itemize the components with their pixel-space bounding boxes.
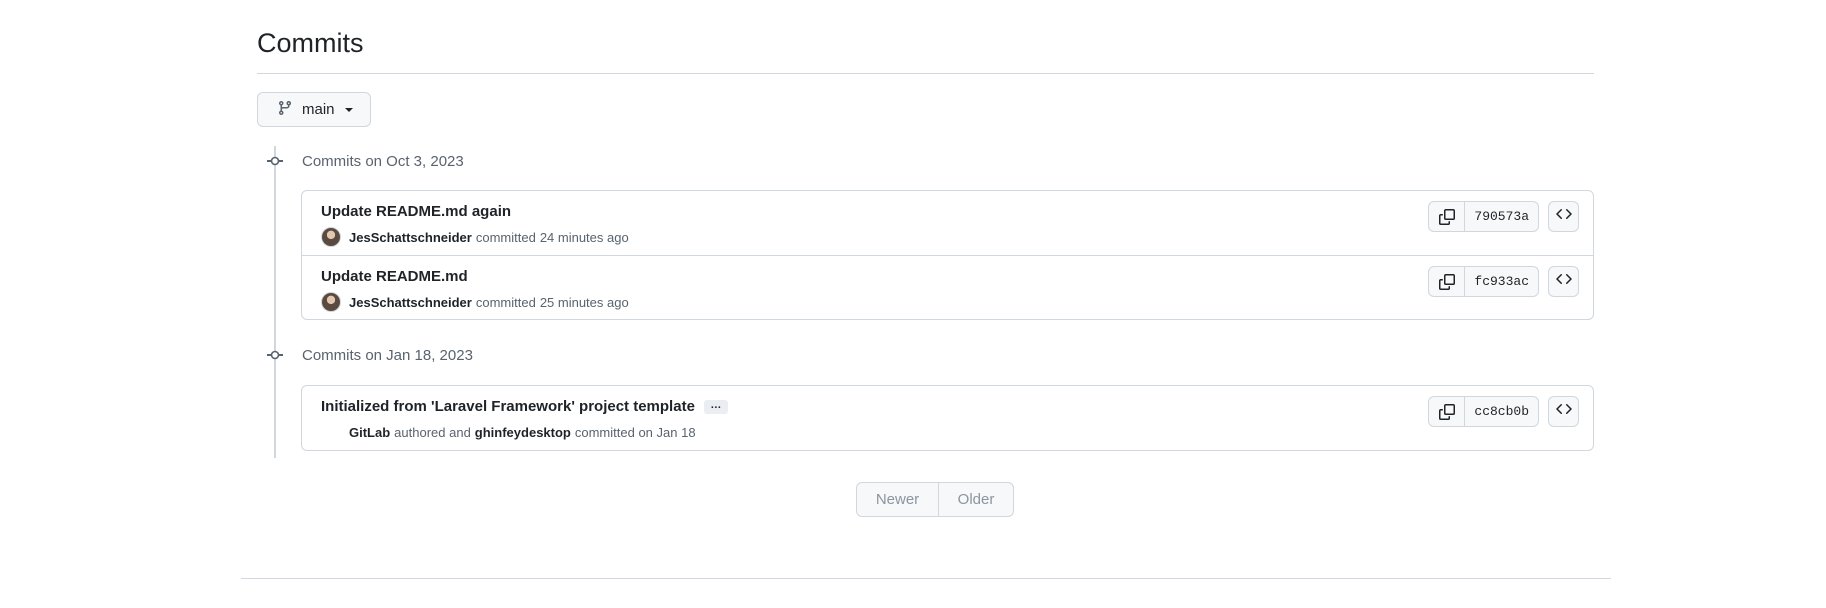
commit-time: 25 minutes ago [539, 294, 629, 310]
newer-button[interactable]: Newer [857, 483, 939, 516]
commit-group-date: Commits on Oct 3, 2023 [302, 152, 464, 170]
commit-sha-group: fc933ac [1428, 266, 1539, 297]
avatar[interactable] [321, 227, 341, 247]
commit-row: Update README.md again JesSchattschneide… [302, 191, 1593, 255]
commit-sha-group: cc8cb0b [1428, 396, 1539, 427]
commit-list: Initialized from 'Laravel Framework' pro… [301, 385, 1594, 451]
commit-group-header: Commits on Jan 18, 2023 [257, 344, 473, 366]
title-divider [257, 73, 1594, 74]
commit-meta: JesSchattschneider committed 24 minutes … [321, 227, 629, 247]
commit-title-text[interactable]: Initialized from 'Laravel Framework' pro… [321, 398, 695, 415]
commit-title-link[interactable]: Update README.md again [321, 203, 511, 220]
commit-title-link[interactable]: Update README.md [321, 268, 468, 285]
copy-icon[interactable] [1429, 397, 1466, 426]
branch-label: main [302, 101, 335, 118]
commit-sha-link[interactable]: 790573a [1465, 202, 1538, 231]
git-commit-icon [257, 153, 293, 169]
commit-title-link: Initialized from 'Laravel Framework' pro… [321, 398, 728, 415]
commit-committer-link[interactable]: ghinfeydesktop [475, 425, 571, 440]
browse-repo-button[interactable] [1548, 201, 1579, 232]
git-branch-icon [277, 100, 293, 120]
commit-time: 24 minutes ago [539, 229, 629, 245]
code-icon [1555, 206, 1572, 227]
timeline-line [274, 146, 276, 458]
browse-repo-button[interactable] [1548, 266, 1579, 297]
commit-author-link[interactable]: JesSchattschneider [349, 230, 472, 245]
browse-repo-button[interactable] [1548, 396, 1579, 427]
git-commit-icon [257, 347, 293, 363]
commit-meta: JesSchattschneider committed 25 minutes … [321, 292, 629, 312]
code-icon [1555, 401, 1572, 422]
avatar[interactable] [321, 292, 341, 312]
commit-action: committed [475, 294, 536, 310]
commit-sha-link[interactable]: cc8cb0b [1465, 397, 1538, 426]
commit-action: committed [475, 229, 536, 245]
page-title: Commits [257, 28, 364, 58]
expand-message-button[interactable]: … [703, 400, 728, 415]
commit-row: Update README.md JesSchattschneider comm… [302, 255, 1593, 319]
chevron-down-icon [344, 107, 353, 112]
commit-author-link[interactable]: JesSchattschneider [349, 295, 472, 310]
commit-time: committed on Jan 18 [574, 424, 696, 440]
commit-sha-link[interactable]: fc933ac [1465, 267, 1538, 296]
branch-selector-button[interactable]: main [257, 92, 371, 127]
older-button[interactable]: Older [939, 483, 1013, 516]
footer-divider [241, 578, 1611, 579]
code-icon [1555, 271, 1572, 292]
commit-sha-group: 790573a [1428, 201, 1539, 232]
commit-list: Update README.md again JesSchattschneide… [301, 190, 1594, 320]
commit-action: authored and [394, 424, 471, 440]
commit-author-link[interactable]: GitLab [349, 425, 390, 440]
pagination: Newer Older [856, 482, 1014, 517]
copy-icon[interactable] [1429, 202, 1466, 231]
copy-icon[interactable] [1429, 267, 1466, 296]
commit-group-date: Commits on Jan 18, 2023 [302, 346, 473, 364]
commit-group-header: Commits on Oct 3, 2023 [257, 150, 464, 172]
commit-row: Initialized from 'Laravel Framework' pro… [302, 386, 1593, 450]
commit-meta: GitLab authored and ghinfeydesktop commi… [321, 422, 696, 442]
